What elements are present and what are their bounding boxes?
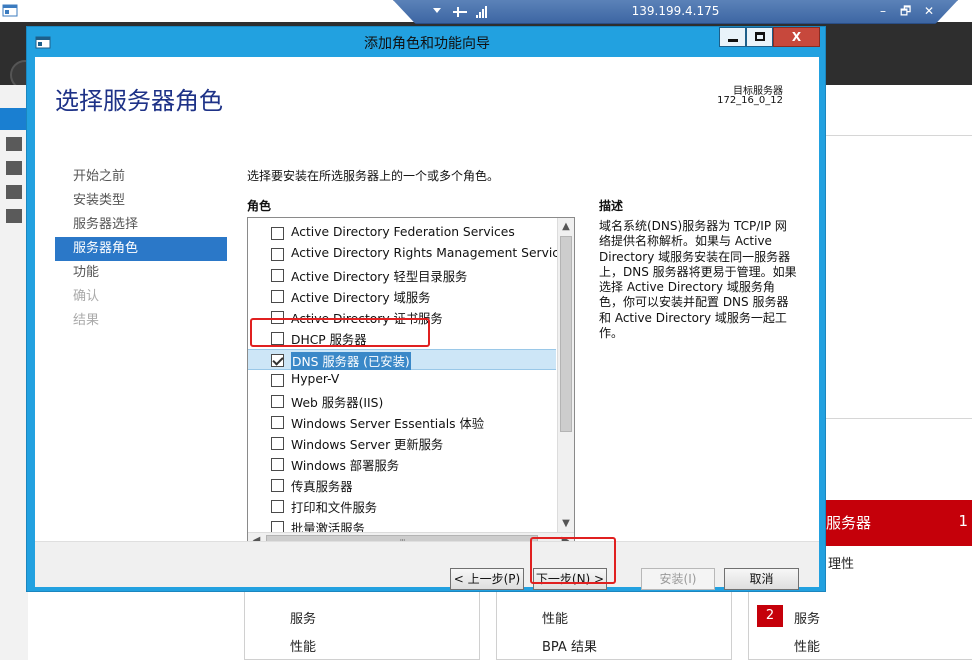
role-checkbox[interactable] (271, 416, 284, 429)
nav-step-confirmation: 确认 (73, 289, 100, 304)
page-title: 选择服务器角色 (55, 87, 223, 115)
pin-dropdown-icon[interactable] (433, 8, 441, 13)
nav-step-server-roles[interactable]: 服务器角色 (55, 237, 227, 261)
restore-icon[interactable]: 🗗 (900, 3, 911, 19)
role-label[interactable]: Active Directory 域服务 (291, 288, 430, 306)
role-checkbox[interactable] (271, 290, 284, 303)
role-row[interactable]: Active Directory Federation Services (248, 223, 556, 244)
pin-icon[interactable] (452, 5, 468, 19)
nav-step-results: 结果 (73, 313, 100, 328)
vertical-scroll-thumb[interactable] (560, 236, 572, 432)
description-heading: 描述 (599, 199, 624, 213)
role-row[interactable]: Active Directory Rights Management Servi… (248, 244, 573, 265)
window-title: 添加角色和功能向导 (364, 36, 490, 52)
scroll-down-icon[interactable]: ▼ (558, 515, 574, 532)
minimize-button[interactable] (719, 27, 746, 47)
server-manager-app-icon (2, 4, 18, 17)
role-label[interactable]: Active Directory 轻型目录服务 (291, 267, 467, 285)
install-button: 安装(I) (641, 568, 715, 590)
server-manager-sidebar (0, 85, 28, 660)
tile-performance-link[interactable]: 性能 (794, 636, 820, 655)
vertical-scrollbar[interactable]: ▲ ▼ (557, 218, 574, 532)
close-icon[interactable]: ✕ (924, 3, 934, 19)
close-button[interactable]: X (773, 27, 820, 47)
scroll-up-icon[interactable]: ▲ (558, 218, 574, 235)
tile-services-link[interactable]: 服务 (794, 608, 820, 627)
cancel-button[interactable]: 取消 (724, 568, 799, 590)
minimize-icon (728, 39, 738, 42)
role-checkbox[interactable] (271, 479, 284, 492)
role-label[interactable]: Web 服务器(IIS) (291, 393, 383, 411)
role-checkbox[interactable] (271, 269, 284, 282)
role-label[interactable]: Hyper-V (291, 372, 339, 386)
file-services-icon[interactable] (6, 209, 22, 223)
previous-button[interactable]: < 上一步(P) (450, 568, 524, 590)
role-row[interactable]: 传真服务器 (248, 475, 556, 496)
wizard-steps-nav: 开始之前 安装类型 服务器选择 服务器角色 功能 确认 结果 (55, 165, 227, 333)
role-row[interactable]: DNS 服务器 (已安装) (248, 349, 556, 370)
local-server-icon[interactable] (6, 137, 22, 151)
maximize-button[interactable] (746, 27, 773, 47)
target-server-name: 172_16_0_12 (717, 95, 783, 106)
role-label[interactable]: DNS 服务器 (已安装) (291, 352, 411, 370)
role-label[interactable]: Windows Server Essentials 体验 (291, 414, 484, 432)
minimize-icon[interactable]: – (880, 3, 886, 19)
servers-alert-tile[interactable]: 服务器 1 (812, 500, 972, 546)
role-label[interactable]: Windows Server 更新服务 (291, 435, 443, 453)
manageability-label[interactable]: 理性 (828, 553, 854, 572)
tile-2: 性能 BPA 结果 (496, 592, 732, 660)
nav-step-installation-type[interactable]: 安装类型 (55, 189, 227, 213)
role-label[interactable]: 传真服务器 (291, 477, 353, 495)
tile-services-link[interactable]: 服务 (290, 608, 316, 627)
role-label[interactable]: Windows 部署服务 (291, 456, 399, 474)
close-icon: X (791, 30, 802, 44)
role-checkbox[interactable] (271, 395, 284, 408)
role-description: 域名系统(DNS)服务器为 TCP/IP 网络提供名称解析。如果与 Active… (599, 219, 797, 341)
role-checkbox[interactable] (271, 437, 284, 450)
tile-count: 1 (958, 512, 968, 530)
role-row[interactable]: Windows Server Essentials 体验 (248, 412, 556, 433)
tile-performance-link[interactable]: 性能 (542, 608, 568, 627)
all-servers-icon[interactable] (6, 161, 22, 175)
divider (826, 418, 972, 419)
tile-performance-link[interactable]: 性能 (290, 636, 316, 655)
role-label[interactable]: Active Directory Rights Management Servi… (291, 246, 573, 260)
role-label[interactable]: Active Directory Federation Services (291, 225, 515, 239)
role-row[interactable]: Active Directory 轻型目录服务 (248, 265, 556, 286)
tile-bpa-link[interactable]: BPA 结果 (542, 636, 597, 655)
role-row[interactable]: Windows 部署服务 (248, 454, 556, 475)
maximize-icon (755, 32, 765, 41)
role-row[interactable]: Web 服务器(IIS) (248, 391, 556, 412)
role-checkbox[interactable] (271, 500, 284, 513)
role-row[interactable]: Active Directory 域服务 (248, 286, 556, 307)
alert-count-badge: 2 (757, 605, 783, 627)
divider (826, 135, 972, 136)
role-row[interactable]: Hyper-V (248, 370, 556, 391)
role-checkbox[interactable] (271, 458, 284, 471)
role-checkbox[interactable] (271, 354, 284, 367)
dns-highlight-annotation (250, 318, 430, 347)
connection-signal-icon (476, 6, 488, 18)
nav-step-server-selection[interactable]: 服务器选择 (55, 213, 227, 237)
ad-ds-icon[interactable] (6, 185, 22, 199)
role-checkbox[interactable] (271, 227, 284, 240)
next-highlight-annotation (530, 537, 616, 584)
nav-step-before-you-begin[interactable]: 开始之前 (55, 165, 227, 189)
dashboard-icon[interactable] (0, 108, 28, 130)
roles-list-rows: Active Directory Federation Services Acti… (248, 223, 573, 538)
tile-1: 服务 性能 (244, 592, 480, 660)
role-label[interactable]: 打印和文件服务 (291, 498, 377, 516)
role-checkbox[interactable] (271, 248, 284, 261)
role-row[interactable]: 打印和文件服务 (248, 496, 556, 517)
role-checkbox[interactable] (271, 374, 284, 387)
wizard-footer: < 上一步(P) 下一步(N) > 安装(I) 取消 (35, 541, 819, 590)
tile-title: 服务器 (826, 514, 872, 532)
roles-list[interactable]: Active Directory Federation Services Acti… (247, 217, 575, 550)
add-roles-wizard-window: 添加角色和功能向导 X 选择服务器角色 目标服务器 172_16_0_12 开始… (26, 26, 826, 592)
instruction-text: 选择要安装在所选服务器上的一个或多个角色。 (247, 169, 500, 183)
nav-step-features[interactable]: 功能 (55, 261, 227, 285)
role-row[interactable]: Windows Server 更新服务 (248, 433, 556, 454)
roles-heading: 角色 (247, 199, 272, 213)
